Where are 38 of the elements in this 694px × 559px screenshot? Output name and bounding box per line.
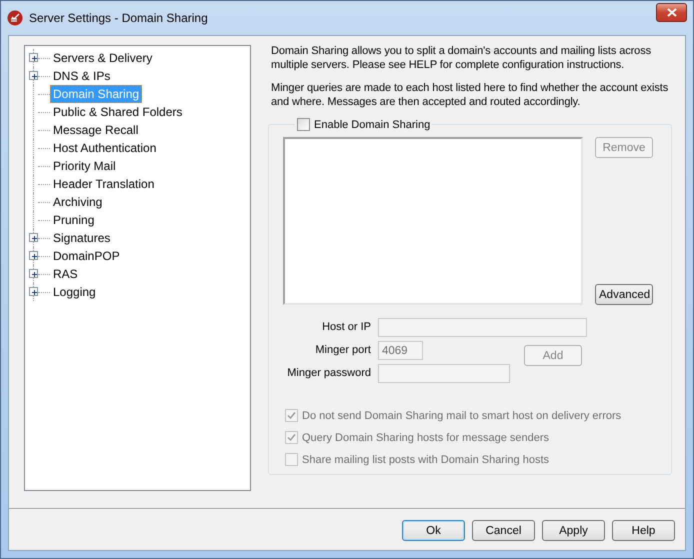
close-icon[interactable]	[666, 8, 676, 16]
checkbox-label: Query Domain Sharing hosts for message senders	[302, 432, 550, 444]
cancel-button[interactable]: Cancel	[472, 520, 535, 541]
close-button[interactable]	[656, 2, 687, 22]
tree-item[interactable]: DomainPOP	[50, 247, 123, 265]
description-text: Minger queries are made to each host listed here to find whether the account exists and where. Messages are then accepted and routed accordingly.	[271, 81, 670, 109]
field-label: Minger port	[314, 343, 371, 358]
ok-button[interactable]: Ok	[402, 520, 465, 541]
help-button[interactable]: Help	[612, 520, 675, 541]
checkbox[interactable]	[297, 118, 310, 131]
tree-item[interactable]: Host Authentication	[50, 139, 160, 157]
expand-icon[interactable]	[29, 269, 38, 278]
expand-icon[interactable]	[29, 287, 38, 296]
checkbox-label: Share mailing list posts with Domain Sharing hosts	[302, 454, 550, 466]
tree-item[interactable]: Message Recall	[50, 121, 142, 139]
app-icon	[7, 10, 23, 26]
expand-icon[interactable]	[29, 233, 38, 242]
tree-item[interactable]: Header Translation	[50, 175, 158, 193]
advanced-button[interactable]: Advanced	[595, 284, 653, 305]
tree-item[interactable]: Archiving	[50, 193, 106, 211]
tree-item[interactable]: Priority Mail	[50, 157, 119, 175]
description-text: Domain Sharing allows you to split a domain's accounts and mailing lists across multiple servers. Please see HELP for complete configuration instructions.	[271, 44, 652, 72]
field-label: Host or IP	[321, 320, 371, 335]
checkbox-label: Do not send Domain Sharing mail to smart host on delivery errors	[302, 410, 622, 422]
expand-icon[interactable]	[29, 251, 38, 260]
tree-item[interactable]: DNS & IPs	[50, 67, 114, 85]
field-label: Minger password	[286, 366, 371, 381]
tree-item[interactable]: Servers & Delivery	[50, 49, 156, 67]
expand-icon[interactable]	[29, 53, 38, 62]
tree-item[interactable]: Public & Shared Folders	[50, 103, 186, 121]
window-title: Server Settings - Domain Sharing	[29, 11, 208, 25]
apply-button[interactable]: Apply	[542, 520, 605, 541]
tree-item[interactable]: Pruning	[50, 211, 98, 229]
tree-item[interactable]: Logging	[50, 283, 99, 301]
tree-item[interactable]: Signatures	[50, 229, 114, 247]
tree-item[interactable]: RAS	[50, 265, 81, 283]
checkbox-label: Enable Domain Sharing	[314, 118, 430, 130]
expand-icon[interactable]	[29, 71, 38, 80]
